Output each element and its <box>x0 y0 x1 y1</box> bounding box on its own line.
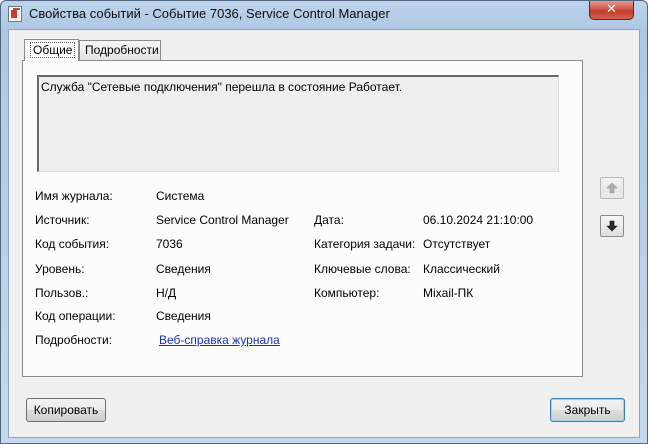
tab-details[interactable]: Подробности <box>79 40 161 60</box>
computer-label: Компьютер: <box>314 286 380 300</box>
event-id-label: Код события: <box>35 237 110 251</box>
close-button[interactable]: Закрыть <box>550 398 625 422</box>
opcode-label: Код операции: <box>35 309 116 323</box>
keywords-value: Классический <box>423 262 500 276</box>
arrow-up-icon <box>606 182 618 194</box>
log-name-value: Система <box>156 189 205 203</box>
tab-general[interactable]: Общие <box>24 39 79 61</box>
close-button-label: Закрыть <box>564 403 611 417</box>
date-value: 06.10.2024 21:10:00 <box>423 213 534 227</box>
level-value: Сведения <box>156 262 211 276</box>
copy-button-label: Копировать <box>33 403 99 417</box>
keywords-label: Ключевые слова: <box>314 262 411 276</box>
task-category-value: Отсутствует <box>423 237 491 251</box>
arrow-down-icon <box>606 220 618 232</box>
general-tab-panel: Служба "Сетевые подключения" перешла в с… <box>22 60 583 377</box>
task-category-label: Категория задачи: <box>314 237 416 251</box>
event-description-box[interactable]: Служба "Сетевые подключения" перешла в с… <box>37 75 559 172</box>
event-log-online-help-link[interactable]: Веб-справка журнала <box>159 333 280 347</box>
computer-value: Mixail-ПК <box>423 286 474 300</box>
user-value: Н/Д <box>156 286 177 300</box>
user-label: Пользов.: <box>35 286 89 300</box>
source-label: Источник: <box>35 213 90 227</box>
tab-general-label: Общие <box>30 42 76 58</box>
event-viewer-icon <box>8 6 22 22</box>
tab-details-label: Подробности <box>85 43 159 57</box>
close-window-button[interactable]: ✕ <box>589 1 634 20</box>
window-title: Свойства событий - Событие 7036, Service… <box>29 6 390 21</box>
event-properties-window: Свойства событий - Событие 7036, Service… <box>0 0 648 444</box>
next-event-button[interactable] <box>600 215 624 237</box>
source-value: Service Control Manager <box>156 213 289 227</box>
event-id-value: 7036 <box>156 237 183 251</box>
more-info-label: Подробности: <box>35 333 113 347</box>
title-bar[interactable]: Свойства событий - Событие 7036, Service… <box>1 1 647 29</box>
log-name-label: Имя журнала: <box>35 189 113 203</box>
close-icon: ✕ <box>606 2 617 17</box>
dialog-client-area: Общие Подробности Служба "Сетевые подклю… <box>8 29 640 438</box>
copy-button[interactable]: Копировать <box>26 398 106 422</box>
level-label: Уровень: <box>35 262 85 276</box>
previous-event-button[interactable] <box>600 177 624 199</box>
opcode-value: Сведения <box>156 309 211 323</box>
date-label: Дата: <box>314 213 344 227</box>
